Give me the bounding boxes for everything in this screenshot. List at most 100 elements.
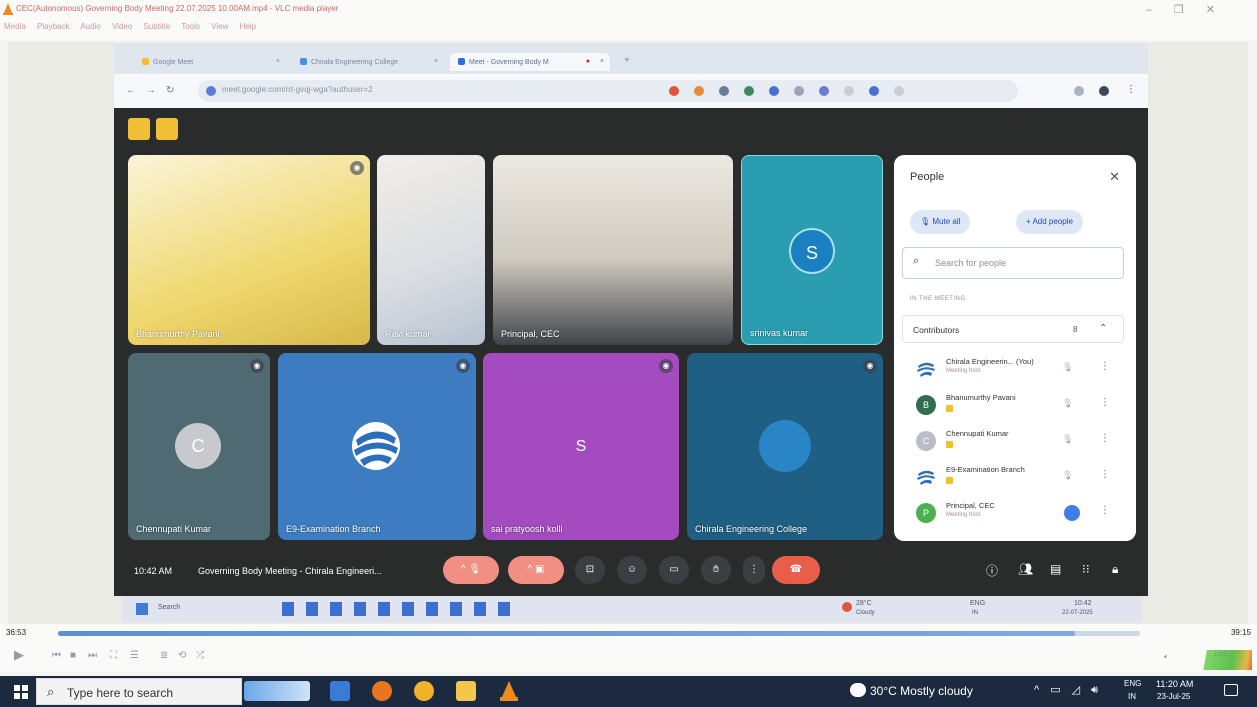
reactions-button[interactable]: ☺ bbox=[617, 556, 647, 584]
region-indicator[interactable]: IN bbox=[1128, 692, 1136, 701]
task-view-icon[interactable] bbox=[330, 681, 350, 701]
present-button[interactable]: ⊡ bbox=[575, 556, 605, 584]
participant-tile[interactable]: ◉ C Chennupati Kumar bbox=[128, 353, 270, 540]
captions-button[interactable]: ▭ bbox=[659, 556, 689, 584]
extension-icon[interactable] bbox=[894, 86, 904, 96]
menu-audio[interactable]: Audio bbox=[80, 22, 100, 31]
next-icon[interactable]: ⏭ bbox=[88, 650, 97, 661]
participant-tile[interactable]: Ravi kumar bbox=[377, 155, 485, 345]
activities-icon[interactable]: ⁝⁝ bbox=[1082, 562, 1090, 576]
menu-view[interactable]: View bbox=[211, 22, 228, 31]
info-icon[interactable]: ⓘ bbox=[986, 562, 998, 579]
previous-icon[interactable]: ⏮ bbox=[52, 650, 61, 661]
system-tray-icons[interactable]: ^ ▭ ◿ 🔊︎ bbox=[1034, 683, 1102, 697]
loop-icon[interactable]: ⟲ bbox=[178, 650, 186, 661]
mic-off-icon[interactable]: 🎙︎ bbox=[1062, 470, 1073, 481]
fullscreen-icon[interactable]: ⛶ bbox=[110, 650, 117, 661]
mic-off-icon[interactable]: 🎙︎ bbox=[1062, 434, 1073, 445]
chat-icon[interactable]: ▤ bbox=[1050, 562, 1061, 576]
tab-close-icon[interactable]: × bbox=[600, 58, 604, 65]
new-tab-button[interactable]: + bbox=[624, 55, 630, 66]
mic-toggle-button[interactable]: ^ 🎙︎ bbox=[443, 556, 499, 584]
participant-tile[interactable]: ◉ Bhanumurthy Pavani bbox=[128, 155, 370, 345]
extension-icon[interactable] bbox=[794, 86, 804, 96]
menu-subtitle[interactable]: Subtitle bbox=[144, 22, 171, 31]
firefox-icon[interactable] bbox=[372, 681, 392, 701]
seek-bar-fill[interactable] bbox=[58, 631, 1076, 636]
taskbar-search-box[interactable]: ⌕ Type here to search bbox=[36, 678, 242, 705]
meet-tab-icon bbox=[458, 58, 465, 65]
more-options-button[interactable]: ⋮ bbox=[743, 556, 765, 584]
file-explorer-icon[interactable] bbox=[456, 681, 476, 701]
extension-icon[interactable] bbox=[694, 86, 704, 96]
extension-icon[interactable] bbox=[844, 86, 854, 96]
stop-icon[interactable]: ■ bbox=[70, 650, 76, 661]
participant-row[interactable]: Chirala Engineerin... (You) Meeting host… bbox=[902, 351, 1124, 387]
menu-media[interactable]: Media bbox=[4, 22, 26, 31]
download-icon[interactable] bbox=[1074, 86, 1084, 96]
raise-hand-button[interactable]: ✋︎ bbox=[701, 556, 731, 584]
windows-start-icon[interactable] bbox=[14, 685, 28, 699]
shuffle-icon[interactable]: ⤮ bbox=[196, 650, 204, 661]
extended-settings-icon[interactable]: ☰ bbox=[130, 650, 139, 661]
playlist-icon[interactable]: ≣ bbox=[160, 650, 168, 661]
camera-toggle-button[interactable]: ^ ▣ bbox=[508, 556, 564, 584]
menu-tools[interactable]: Tools bbox=[181, 22, 200, 31]
nav-buttons[interactable]: ←→↻ bbox=[126, 85, 184, 96]
mic-off-icon[interactable]: 🎙︎ bbox=[1062, 398, 1073, 409]
mic-off-icon[interactable]: 🎙︎ bbox=[1062, 362, 1073, 373]
more-options-icon[interactable]: ⋮ bbox=[1100, 433, 1110, 444]
menu-video[interactable]: Video bbox=[112, 22, 132, 31]
taskbar-weather[interactable]: 30°C Mostly cloudy bbox=[870, 684, 973, 698]
browser-menu-icon[interactable]: ⋮ bbox=[1126, 84, 1136, 95]
add-people-button[interactable]: + Add people bbox=[1016, 210, 1083, 234]
extension-icon[interactable] bbox=[744, 86, 754, 96]
profile-avatar[interactable] bbox=[1099, 86, 1109, 96]
search-people-input[interactable]: ⌕ Search for people bbox=[902, 247, 1124, 279]
vlc-window-controls[interactable]: –❐✕ bbox=[1146, 3, 1237, 16]
extension-icon[interactable] bbox=[669, 86, 679, 96]
participant-tile[interactable]: ◉ E9-Examination Branch bbox=[278, 353, 476, 540]
participant-tile[interactable]: ◉ Chirala Engineering College bbox=[687, 353, 883, 540]
chevron-up-icon[interactable]: ⌃ bbox=[1099, 323, 1107, 334]
tab-college[interactable]: Chirala Engineering College × bbox=[292, 53, 444, 71]
host-controls-icon[interactable]: 🔒︎ bbox=[1112, 562, 1118, 577]
mute-all-button[interactable]: 🎙︎ Mute all bbox=[910, 210, 971, 234]
participant-tile[interactable]: Principal, CEC bbox=[493, 155, 733, 345]
more-options-icon[interactable]: ⋮ bbox=[1100, 469, 1110, 480]
participant-row[interactable]: B Bhanumurthy Pavani 🎙︎ ⋮ bbox=[902, 387, 1124, 423]
participant-row[interactable]: C Chennupati Kumar 🎙︎ ⋮ bbox=[902, 423, 1124, 459]
taskbar-time[interactable]: 11:20 AM bbox=[1156, 679, 1193, 689]
extension-icon[interactable] bbox=[769, 86, 779, 96]
menu-help[interactable]: Help bbox=[240, 22, 256, 31]
participant-tile[interactable]: ◉ S sai pratyoosh kolli bbox=[483, 353, 679, 540]
tab-google-meet[interactable]: Google Meet × bbox=[134, 53, 286, 71]
play-icon[interactable]: ▶ bbox=[14, 647, 24, 663]
leave-call-button[interactable]: ☎ bbox=[772, 556, 820, 584]
extension-icon[interactable] bbox=[819, 86, 829, 96]
language-indicator[interactable]: ENG bbox=[1124, 679, 1141, 688]
more-options-icon[interactable]: ⋮ bbox=[1100, 361, 1110, 372]
extension-icon[interactable] bbox=[869, 86, 879, 96]
more-options-icon[interactable]: ⋮ bbox=[1100, 397, 1110, 408]
close-icon[interactable]: ✕ bbox=[1109, 169, 1120, 185]
site-info-icon[interactable] bbox=[206, 86, 216, 96]
extension-icon[interactable] bbox=[719, 86, 729, 96]
tab-meet-governing[interactable]: Meet - Governing Body M ● × bbox=[450, 53, 610, 71]
participant-row[interactable]: P Principal, CEC Meeting host ⋮ bbox=[902, 495, 1124, 531]
participant-tile[interactable]: S srinivas kumar bbox=[741, 155, 883, 345]
hand-raised-icon[interactable] bbox=[128, 118, 150, 140]
contributors-group[interactable]: Contributors 8 ⌃ bbox=[902, 315, 1124, 343]
more-options-icon[interactable]: ⋮ bbox=[1100, 505, 1110, 516]
tab-close-icon[interactable]: × bbox=[434, 58, 438, 65]
people-icon[interactable]: 👥︎ bbox=[1018, 562, 1033, 576]
notification-icon[interactable] bbox=[156, 118, 178, 140]
taskbar-date[interactable]: 23-Jul-25 bbox=[1157, 692, 1190, 701]
vlc-taskbar-icon[interactable] bbox=[500, 681, 518, 701]
chrome-icon[interactable] bbox=[414, 681, 434, 701]
speaker-icon[interactable]: 🔈︎ bbox=[1164, 652, 1169, 662]
tab-close-icon[interactable]: × bbox=[276, 58, 280, 65]
notification-center-icon[interactable] bbox=[1224, 684, 1238, 696]
menu-playback[interactable]: Playback bbox=[37, 22, 69, 31]
participant-row[interactable]: E9-Examination Branch 🎙︎ ⋮ bbox=[902, 459, 1124, 495]
